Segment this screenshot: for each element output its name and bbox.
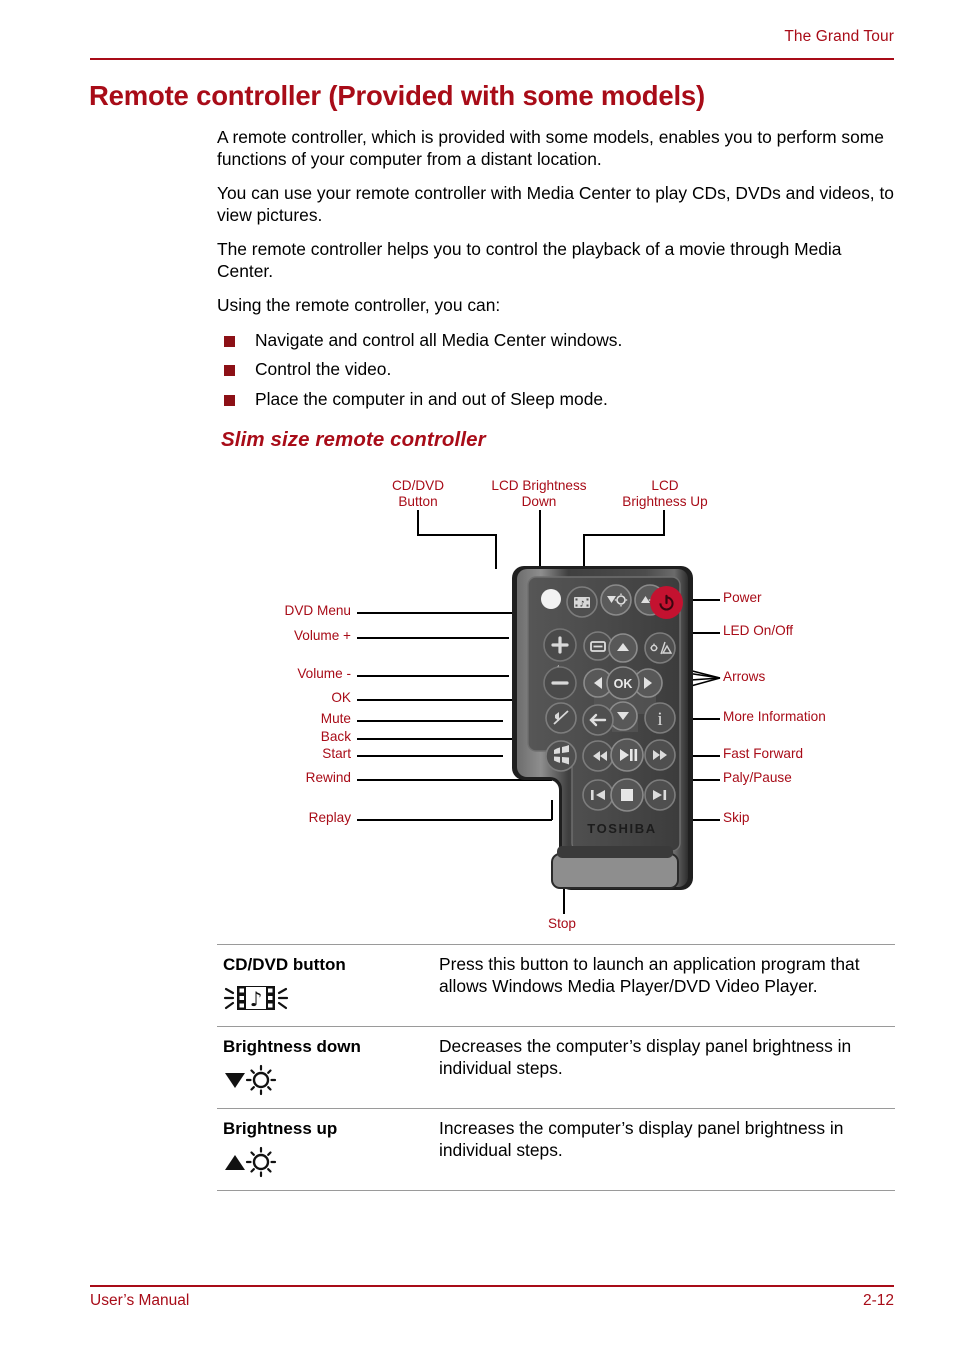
bullet-square-icon	[224, 365, 235, 376]
brightness-up-icon	[225, 1146, 277, 1178]
remote-controller-illustration: ♪ OK i TOSHIBA	[510, 558, 695, 898]
remote-controller-figure: CD/DVD Button LCD Brightness Down LCD Br…	[215, 470, 905, 940]
svg-text:i: i	[657, 709, 662, 730]
paragraph: The remote controller helps you to contr…	[217, 239, 842, 281]
footer-page-number: 2-12	[862, 1292, 894, 1309]
brightness-down-icon	[225, 1064, 277, 1096]
cd-dvd-film-note-icon: ♪	[223, 986, 289, 1011]
paragraph: Using the remote controller, you can:	[217, 295, 501, 315]
list-item-label: Control the video.	[255, 359, 392, 379]
bullet-square-icon	[224, 335, 235, 347]
table-row: CD/DVD button ♪ Press this button to lau…	[217, 944, 895, 1026]
svg-text:♪: ♪	[579, 600, 584, 609]
table-row: Brightness up Increases the computer’s d…	[217, 1108, 895, 1191]
list-item: Control the video.	[217, 359, 897, 381]
bullet-square-icon	[224, 394, 235, 406]
section-subheading: Slim size remote controller	[221, 428, 486, 451]
ok-button-label: OK	[614, 677, 633, 691]
list-item: Navigate and control all Media Center wi…	[217, 330, 897, 352]
body-content: A remote controller, which is provided w…	[217, 127, 897, 418]
manual-page: The Grand Tour Remote controller (Provid…	[0, 0, 954, 1351]
table-cell-description: Decreases the computer’s display panel b…	[439, 1036, 852, 1078]
footer-divider	[90, 1285, 894, 1287]
table-cell-description: Press this button to launch an applicati…	[439, 954, 860, 996]
power-button-icon	[650, 586, 683, 619]
row-label: CD/DVD button	[223, 955, 346, 974]
table-row: Brightness down Decreases the computer’s…	[217, 1026, 895, 1108]
list-item-label: Navigate and control all Media Center wi…	[255, 329, 623, 350]
button-description-table: CD/DVD button ♪ Press this button to lau…	[217, 944, 895, 1191]
paragraph: A remote controller, which is provided w…	[217, 127, 884, 169]
chapter-title: The Grand Tour	[784, 28, 894, 45]
list-item-label: Place the computer in and out of Sleep m…	[255, 388, 608, 409]
table-cell-description: Increases the computer’s display panel b…	[439, 1118, 844, 1160]
svg-text:♪: ♪	[250, 987, 263, 1011]
row-label: Brightness up	[223, 1119, 338, 1138]
list-item: Place the computer in and out of Sleep m…	[217, 389, 897, 411]
page-header: The Grand Tour	[90, 28, 894, 46]
page-title: Remote controller (Provided with some mo…	[89, 80, 705, 111]
toshiba-brand-text: TOSHIBA	[587, 821, 656, 836]
row-label: Brightness down	[223, 1037, 361, 1056]
page-footer: User’s Manual 2-12	[90, 1292, 894, 1310]
table-cell-label: CD/DVD button ♪	[217, 954, 439, 1015]
table-cell-label: Brightness up	[217, 1118, 439, 1179]
paragraph: You can use your remote controller with …	[217, 183, 894, 225]
header-divider	[90, 58, 894, 60]
figure-label-stop: Stop	[548, 916, 576, 931]
table-cell-label: Brightness down	[217, 1036, 439, 1097]
footer-manual-label: User’s Manual	[90, 1292, 190, 1309]
